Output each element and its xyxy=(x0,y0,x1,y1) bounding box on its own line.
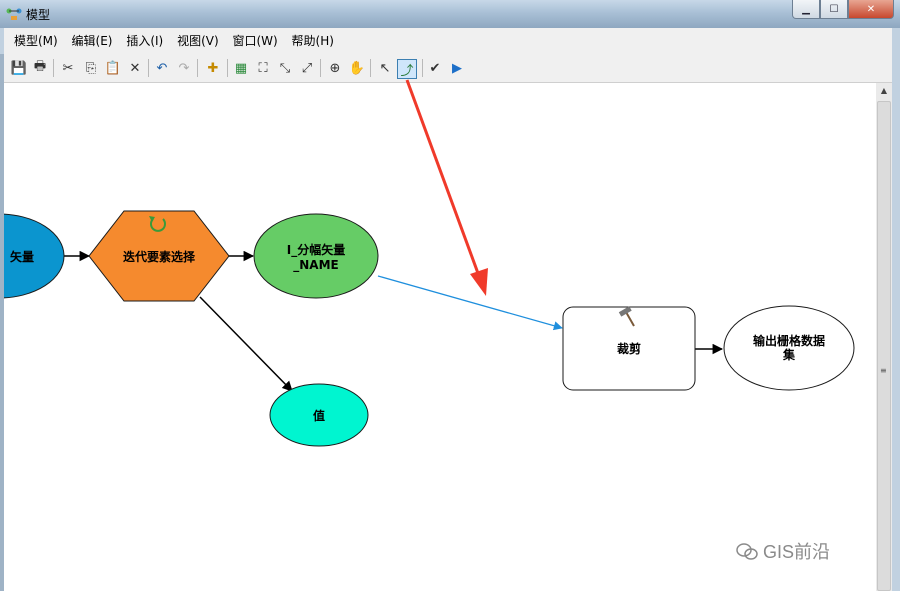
watermark: GIS前沿 xyxy=(736,538,830,564)
red-annotation-arrow xyxy=(405,79,488,296)
annotation-overlay xyxy=(405,79,488,296)
watermark-text: GIS前沿 xyxy=(763,542,831,562)
scrollbar-thumb[interactable] xyxy=(877,101,891,591)
wechat-icon xyxy=(736,543,758,560)
scroll-grip-icon: ≡ xyxy=(880,366,887,375)
scroll-up-icon[interactable]: ▲ xyxy=(876,83,892,99)
window-frame-right xyxy=(892,28,900,591)
vertical-scrollbar[interactable]: ▲ ≡ xyxy=(876,83,892,591)
